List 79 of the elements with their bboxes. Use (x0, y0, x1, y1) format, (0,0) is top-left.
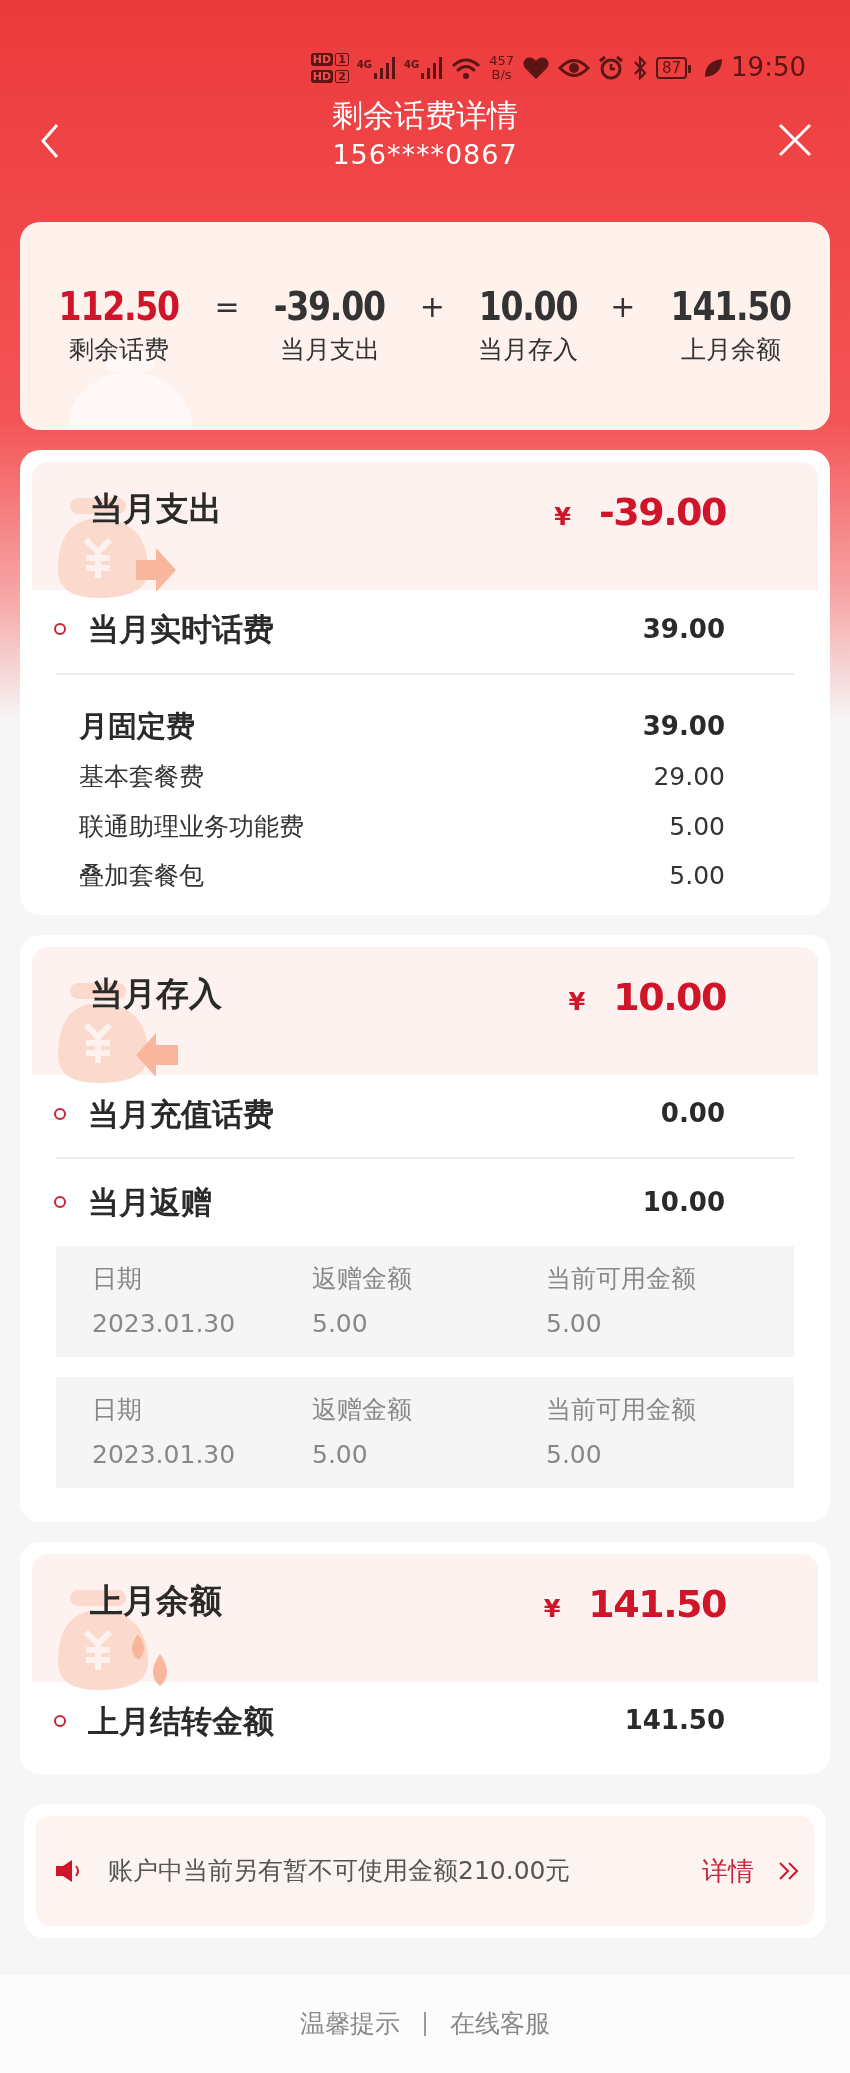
currency-symbol: ¥ (568, 986, 586, 1018)
network-speed: 457 (489, 53, 514, 68)
column-value: 5.00 (312, 1308, 369, 1340)
wifi-icon (451, 55, 482, 80)
column-value: 5.00 (546, 1308, 603, 1340)
footer-link[interactable]: 在线客服 (450, 2005, 550, 2043)
close-icon (778, 123, 812, 157)
speed-unit: B/s (490, 67, 513, 82)
page-title: 剩余话费详情 (332, 96, 518, 135)
subtotal-label: 月固定费 (79, 707, 196, 745)
fee-value: 5.00 (669, 860, 725, 892)
amount-value: 112.50 (58, 283, 180, 331)
notice-text: 账户中当前另有暂不可使用金额210.00元 (108, 1855, 572, 1888)
currency-symbol: ¥ (543, 1593, 561, 1625)
back-icon (40, 123, 60, 159)
footer-link[interactable]: 温馨提示 (300, 2005, 400, 2043)
amount-label: 当月存入 (476, 333, 579, 366)
column-label: 当前可用金额 (546, 1393, 697, 1426)
item-value: 141.50 (624, 1704, 725, 1738)
section-amount: -39.00 (599, 489, 726, 536)
fee-label: 叠加套餐包 (79, 860, 205, 892)
section-amount: 10.00 (613, 973, 726, 1021)
column-value: 5.00 (546, 1439, 603, 1471)
column-value: 2023.01.30 (92, 1308, 237, 1340)
item-label: 上月结转金额 (88, 1701, 275, 1741)
bullet-icon (54, 1714, 66, 1727)
operator-sign: + (419, 287, 445, 326)
subtotal-value: 39.00 (642, 709, 725, 743)
section-title: 当月支出 (90, 488, 222, 530)
double-chevron-icon (778, 1860, 800, 1882)
fee-label: 基本套餐费 (79, 761, 205, 793)
fee-label: 联通助理业务功能费 (79, 810, 305, 843)
item-label: 当月充值话费 (88, 1094, 275, 1134)
column-value: 2023.01.30 (92, 1439, 237, 1471)
sim-label: HD (310, 52, 334, 66)
heart-icon (521, 55, 550, 80)
section-title: 上月余额 (90, 1579, 222, 1622)
item-label: 当月实时话费 (88, 610, 275, 649)
amount-label: 当月支出 (278, 333, 381, 366)
network-type: 4G (403, 57, 420, 72)
column-label: 返赠金额 (312, 1393, 413, 1426)
column-label: 日期 (92, 1262, 143, 1295)
fee-value: 5.00 (669, 810, 725, 843)
item-value: 39.00 (642, 612, 725, 646)
column-label: 当前可用金额 (546, 1262, 697, 1295)
operator-sign: = (214, 287, 240, 326)
network-type: 4G (356, 57, 372, 72)
column-label: 日期 (92, 1393, 143, 1426)
column-label: 返赠金额 (312, 1262, 413, 1295)
currency-symbol: ¥ (554, 502, 572, 533)
sim-label: HD (310, 69, 334, 83)
phone-number: 156****0867 (332, 138, 518, 173)
signal-icon (371, 56, 396, 79)
sim-slot: 1 (335, 52, 349, 66)
item-label: 当月返赠 (88, 1183, 213, 1222)
eye-icon (557, 56, 590, 79)
bullet-icon (54, 1107, 66, 1120)
bullet-icon (54, 1196, 66, 1209)
clock: 19:50 (731, 51, 806, 84)
section-title: 当月存入 (90, 972, 222, 1015)
signal-icon (419, 56, 444, 79)
alarm-icon (597, 54, 624, 81)
amount-label: 剩余话费 (68, 333, 171, 366)
fee-value: 29.00 (653, 761, 725, 793)
item-value: 0.00 (660, 1097, 725, 1131)
column-value: 5.00 (312, 1439, 369, 1471)
item-value: 10.00 (642, 1185, 725, 1219)
bluetooth-icon (631, 54, 648, 81)
bullet-icon (54, 623, 66, 636)
details-link[interactable]: 详情 (702, 1851, 800, 1891)
amount-value: 141.50 (670, 283, 791, 331)
battery-indicator: 87 (655, 56, 688, 79)
leaf-icon (703, 56, 724, 79)
amount-label: 上月余额 (679, 333, 782, 366)
amount-value: -39.00 (274, 283, 386, 331)
amount-value: 10.00 (478, 283, 577, 331)
operator-sign: + (610, 287, 636, 326)
section-amount: 141.50 (588, 1580, 726, 1628)
sim-slot: 2 (335, 69, 349, 83)
